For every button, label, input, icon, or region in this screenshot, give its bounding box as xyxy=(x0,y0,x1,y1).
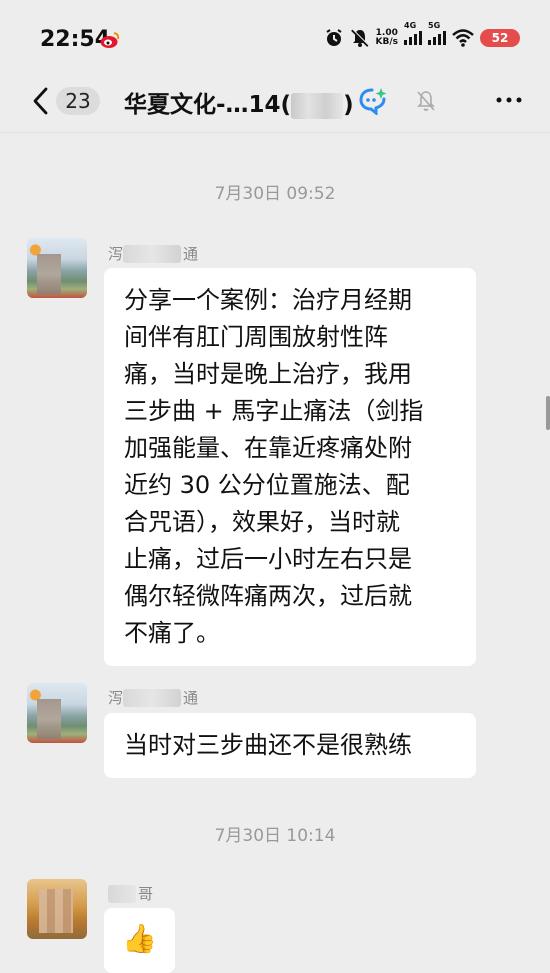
unread-count-badge[interactable]: 23 xyxy=(56,87,100,115)
sender-name: 泻通 xyxy=(108,244,199,263)
blurred-title-part xyxy=(291,92,344,119)
back-icon[interactable] xyxy=(28,84,54,118)
message-timestamp: 7月30日 09:52 xyxy=(214,184,336,204)
status-bar: 22:54 1.00 KB/s 4G 5G 52 xyxy=(0,0,550,70)
blurred-face xyxy=(39,889,73,933)
chat-title-text: 华夏文化-…14( xyxy=(124,92,292,118)
message-timestamp: 7月30日 10:14 xyxy=(214,826,336,846)
scrollbar-thumb[interactable] xyxy=(546,396,550,430)
sender-name: 泻通 xyxy=(108,688,199,707)
message-bubble[interactable]: 当时对三步曲还不是很熟练 xyxy=(104,713,476,778)
avatar[interactable] xyxy=(27,238,87,298)
signal-5g-icon: 5G xyxy=(428,21,446,45)
mute-bell-icon[interactable] xyxy=(415,89,437,113)
wifi-icon xyxy=(452,29,474,47)
ai-assistant-icon[interactable] xyxy=(358,87,388,115)
do-not-disturb-bell-icon xyxy=(350,28,369,47)
chat-title[interactable]: 华夏文化-…14() xyxy=(124,85,354,119)
status-icons: 1.00 KB/s 4G 5G 52 xyxy=(324,21,520,48)
net-speed: 1.00 KB/s xyxy=(375,28,398,47)
avatar[interactable] xyxy=(27,879,87,939)
blurred-face xyxy=(37,254,61,294)
blurred-face xyxy=(37,699,61,739)
chat-title-suffix: ) xyxy=(343,92,354,118)
alarm-icon xyxy=(325,29,342,46)
chat-header: 23 华夏文化-…14() xyxy=(0,70,550,133)
avatar[interactable] xyxy=(27,683,87,743)
signal-4g-icon: 4G xyxy=(404,21,422,45)
message-bubble[interactable]: 👍 xyxy=(104,908,175,973)
sender-name: 哥 xyxy=(108,883,153,904)
message-bubble[interactable]: 分享一个案例：治疗月经期 间伴有肛门周围放射性阵 痛，当时是晚上治疗，我用 三步… xyxy=(104,268,476,666)
weibo-icon xyxy=(100,32,120,48)
battery-icon: 52 xyxy=(480,29,520,47)
blurred-sender-name xyxy=(123,688,182,707)
thumbs-up-icon: 👍 xyxy=(122,922,157,955)
more-icon[interactable] xyxy=(494,88,524,112)
blurred-sender-name xyxy=(108,884,136,903)
blurred-sender-name xyxy=(123,244,182,263)
